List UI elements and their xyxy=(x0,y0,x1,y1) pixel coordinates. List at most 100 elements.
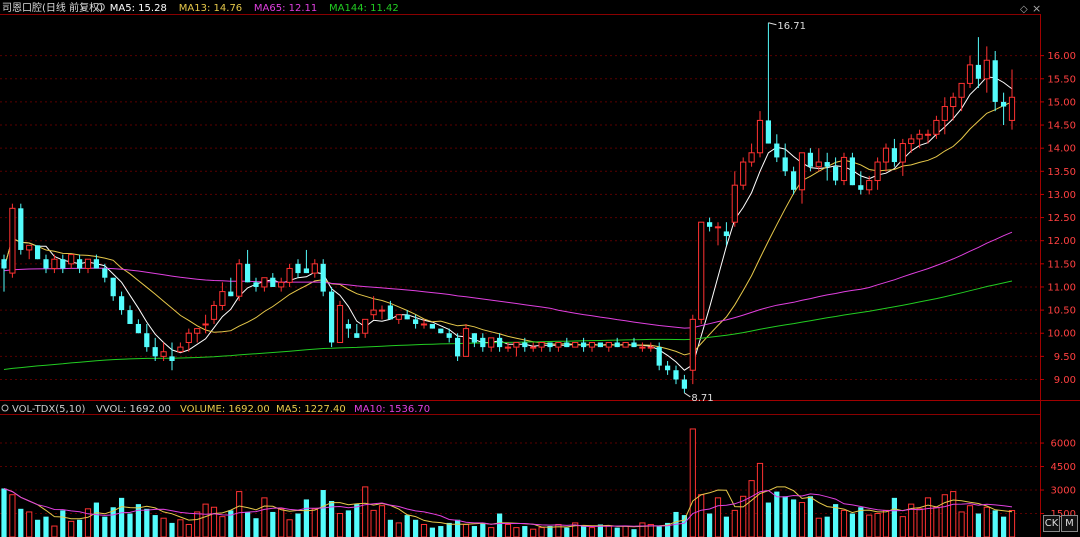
volume-bar xyxy=(102,516,108,537)
candle-body xyxy=(916,133,923,140)
volume-bar xyxy=(941,494,948,537)
candlestick xyxy=(639,342,646,352)
volume-bar xyxy=(858,507,864,537)
price-tick-label: 10.50 xyxy=(1047,306,1076,317)
price-tick-label: 11.00 xyxy=(1047,282,1076,293)
candlestick xyxy=(26,244,33,260)
volume-bar xyxy=(740,495,747,537)
diamond-icon: ◇ xyxy=(1020,4,1028,15)
header-icons[interactable]: ◇ × xyxy=(1020,2,1041,15)
volume-tick-label: 6000 xyxy=(1051,439,1076,450)
candlestick xyxy=(572,341,579,348)
candlestick xyxy=(698,221,705,324)
candle-body xyxy=(278,281,285,288)
candle-body xyxy=(530,346,537,349)
volume-bar xyxy=(454,519,461,537)
ck-button[interactable]: CK xyxy=(1043,515,1060,532)
candle-body xyxy=(597,342,604,348)
volume-bar xyxy=(916,508,923,537)
candlestick xyxy=(228,277,234,297)
candlestick xyxy=(891,138,898,167)
candle-body xyxy=(588,341,596,348)
candle-body xyxy=(185,332,192,343)
candle-body xyxy=(639,346,646,349)
volume-tick-label: 3000 xyxy=(1051,486,1076,497)
volume-bar xyxy=(1,488,7,537)
volume-bar xyxy=(782,496,788,537)
candlestick xyxy=(731,171,738,227)
price-axis: 16.00 15.50 15.00 14.50 14.00 13.50 13.00 12.50… xyxy=(1040,51,1076,386)
candlestick xyxy=(916,129,923,149)
m-button[interactable]: M xyxy=(1061,515,1078,532)
candle-body xyxy=(34,245,41,260)
candle-body xyxy=(244,263,251,283)
volume-bar xyxy=(144,508,150,537)
candlestick xyxy=(513,341,520,357)
candlestick xyxy=(480,333,486,352)
candlestick xyxy=(303,249,310,274)
candle-body xyxy=(370,309,377,316)
candle-body xyxy=(295,263,301,274)
candlestick xyxy=(261,277,268,292)
candlestick xyxy=(958,82,965,112)
candle-body xyxy=(102,268,108,278)
volume-bar xyxy=(76,519,83,537)
volume-bar xyxy=(336,513,344,537)
ma-legend-item: MA65: 12.11 xyxy=(254,3,317,14)
candlestick xyxy=(278,277,285,292)
candle-body xyxy=(480,337,486,348)
candlestick xyxy=(631,337,637,348)
volume-bar xyxy=(51,525,58,537)
candle-body xyxy=(950,96,957,108)
candle-body xyxy=(933,119,940,135)
candle-body xyxy=(522,342,528,348)
candle-body xyxy=(656,347,662,366)
price-tick-label: 9.50 xyxy=(1054,352,1076,363)
candlestick xyxy=(370,296,377,320)
volume-bar xyxy=(899,516,906,537)
candle-body xyxy=(429,323,436,329)
candlestick xyxy=(882,143,890,172)
candlestick xyxy=(647,342,654,352)
candle-body xyxy=(471,333,478,343)
volume-bar xyxy=(429,527,436,537)
volume-bar xyxy=(202,503,209,537)
candlestick xyxy=(68,254,75,269)
candlestick xyxy=(555,341,562,352)
candle-body xyxy=(177,346,184,353)
candlestick xyxy=(605,341,612,352)
candlesticks xyxy=(1,22,1016,393)
volume-bar xyxy=(420,523,428,537)
candlestick xyxy=(244,249,251,283)
candlestick xyxy=(798,152,806,204)
candle-body xyxy=(9,207,16,274)
candle-body xyxy=(127,310,133,324)
candlestick xyxy=(286,263,293,287)
candle-body xyxy=(765,120,772,144)
volume-bar xyxy=(924,497,932,537)
candle-body xyxy=(572,341,579,348)
candlestick xyxy=(488,337,495,352)
volume-bar xyxy=(950,491,957,537)
price-annotations: 16.71 8.71 xyxy=(684,21,806,404)
candle-body xyxy=(438,328,444,334)
candle-body xyxy=(731,184,738,223)
candle-body xyxy=(18,208,24,250)
volume-bar xyxy=(588,527,596,537)
candle-body xyxy=(1,259,7,269)
volume-bar xyxy=(723,516,730,537)
price-tick-label: 9.00 xyxy=(1054,375,1076,386)
candle-body xyxy=(774,143,780,158)
candle-body xyxy=(404,314,410,320)
candle-body xyxy=(874,161,881,182)
volume-bar xyxy=(639,522,646,537)
candle-body xyxy=(832,166,839,181)
candle-body xyxy=(983,59,990,80)
volume-bar xyxy=(471,526,478,537)
candlestick xyxy=(328,286,335,348)
candle-body xyxy=(387,305,394,320)
price-tick-label: 14.50 xyxy=(1047,121,1076,132)
volume-bars xyxy=(1,428,1016,537)
candle-body xyxy=(899,143,906,163)
volume-bar xyxy=(311,508,318,537)
